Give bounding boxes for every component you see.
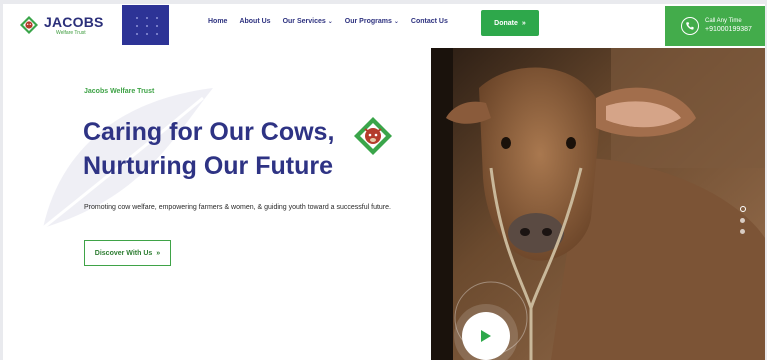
brand-logo[interactable]: JACOBS Welfare Trust	[19, 10, 115, 40]
discover-with-us-button[interactable]: Discover With Us »	[84, 240, 171, 266]
brand-name: JACOBS	[44, 13, 104, 30]
call-label: Call Any Time	[705, 17, 742, 24]
slider-pagination	[740, 206, 746, 234]
chevron-down-icon: ⌄	[327, 19, 333, 25]
cow-emblem-icon	[354, 117, 392, 155]
decorative-dot-panel	[122, 5, 169, 45]
nav-our-services-label: Our Services	[282, 18, 326, 25]
nav-about-us[interactable]: About Us	[239, 18, 270, 25]
discover-label: Discover With Us	[94, 249, 153, 257]
donate-button[interactable]: Donate »	[481, 10, 539, 36]
call-number: +91000199387	[705, 26, 752, 34]
cow-logo-icon	[20, 16, 38, 34]
chevron-down-icon: ⌄	[393, 19, 399, 25]
hero-headline-line-2: Nurturing Our Future	[83, 151, 333, 180]
slider-dot-1[interactable]	[740, 206, 746, 212]
nav-about-us-label: About Us	[239, 18, 271, 25]
double-chevron-right-icon: »	[156, 249, 161, 257]
site-header: JACOBS Welfare Trust Home About Us Our S…	[3, 4, 765, 46]
hero-headline-line-1: Caring for Our Cows,	[83, 118, 335, 146]
call-any-time[interactable]: Call Any Time +91000199387	[665, 6, 765, 46]
play-icon	[481, 330, 491, 342]
nav-home[interactable]: Home	[208, 18, 227, 25]
play-video-button[interactable]	[462, 312, 510, 360]
nav-contact-us-label: Contact Us	[410, 18, 448, 25]
donate-label: Donate	[494, 19, 518, 27]
phone-icon	[681, 17, 699, 35]
slider-dot-2[interactable]	[740, 218, 745, 223]
brand-tagline: Welfare Trust	[56, 29, 86, 36]
hero-description: Promoting cow welfare, empowering farmer…	[84, 204, 391, 211]
slider-dot-3[interactable]	[740, 229, 745, 234]
main-nav: Home About Us Our Services ⌄ Our Program…	[208, 18, 448, 25]
nav-home-label: Home	[208, 18, 228, 25]
double-chevron-right-icon: »	[521, 19, 526, 27]
nav-our-programs[interactable]: Our Programs ⌄	[345, 18, 399, 25]
nav-contact-us[interactable]: Contact Us	[411, 18, 448, 25]
page-frame: JACOBS Welfare Trust Home About Us Our S…	[3, 4, 765, 360]
nav-our-programs-label: Our Programs	[344, 18, 392, 25]
nav-our-services[interactable]: Our Services ⌄	[283, 18, 333, 25]
hero-eyebrow: Jacobs Welfare Trust	[84, 88, 155, 95]
